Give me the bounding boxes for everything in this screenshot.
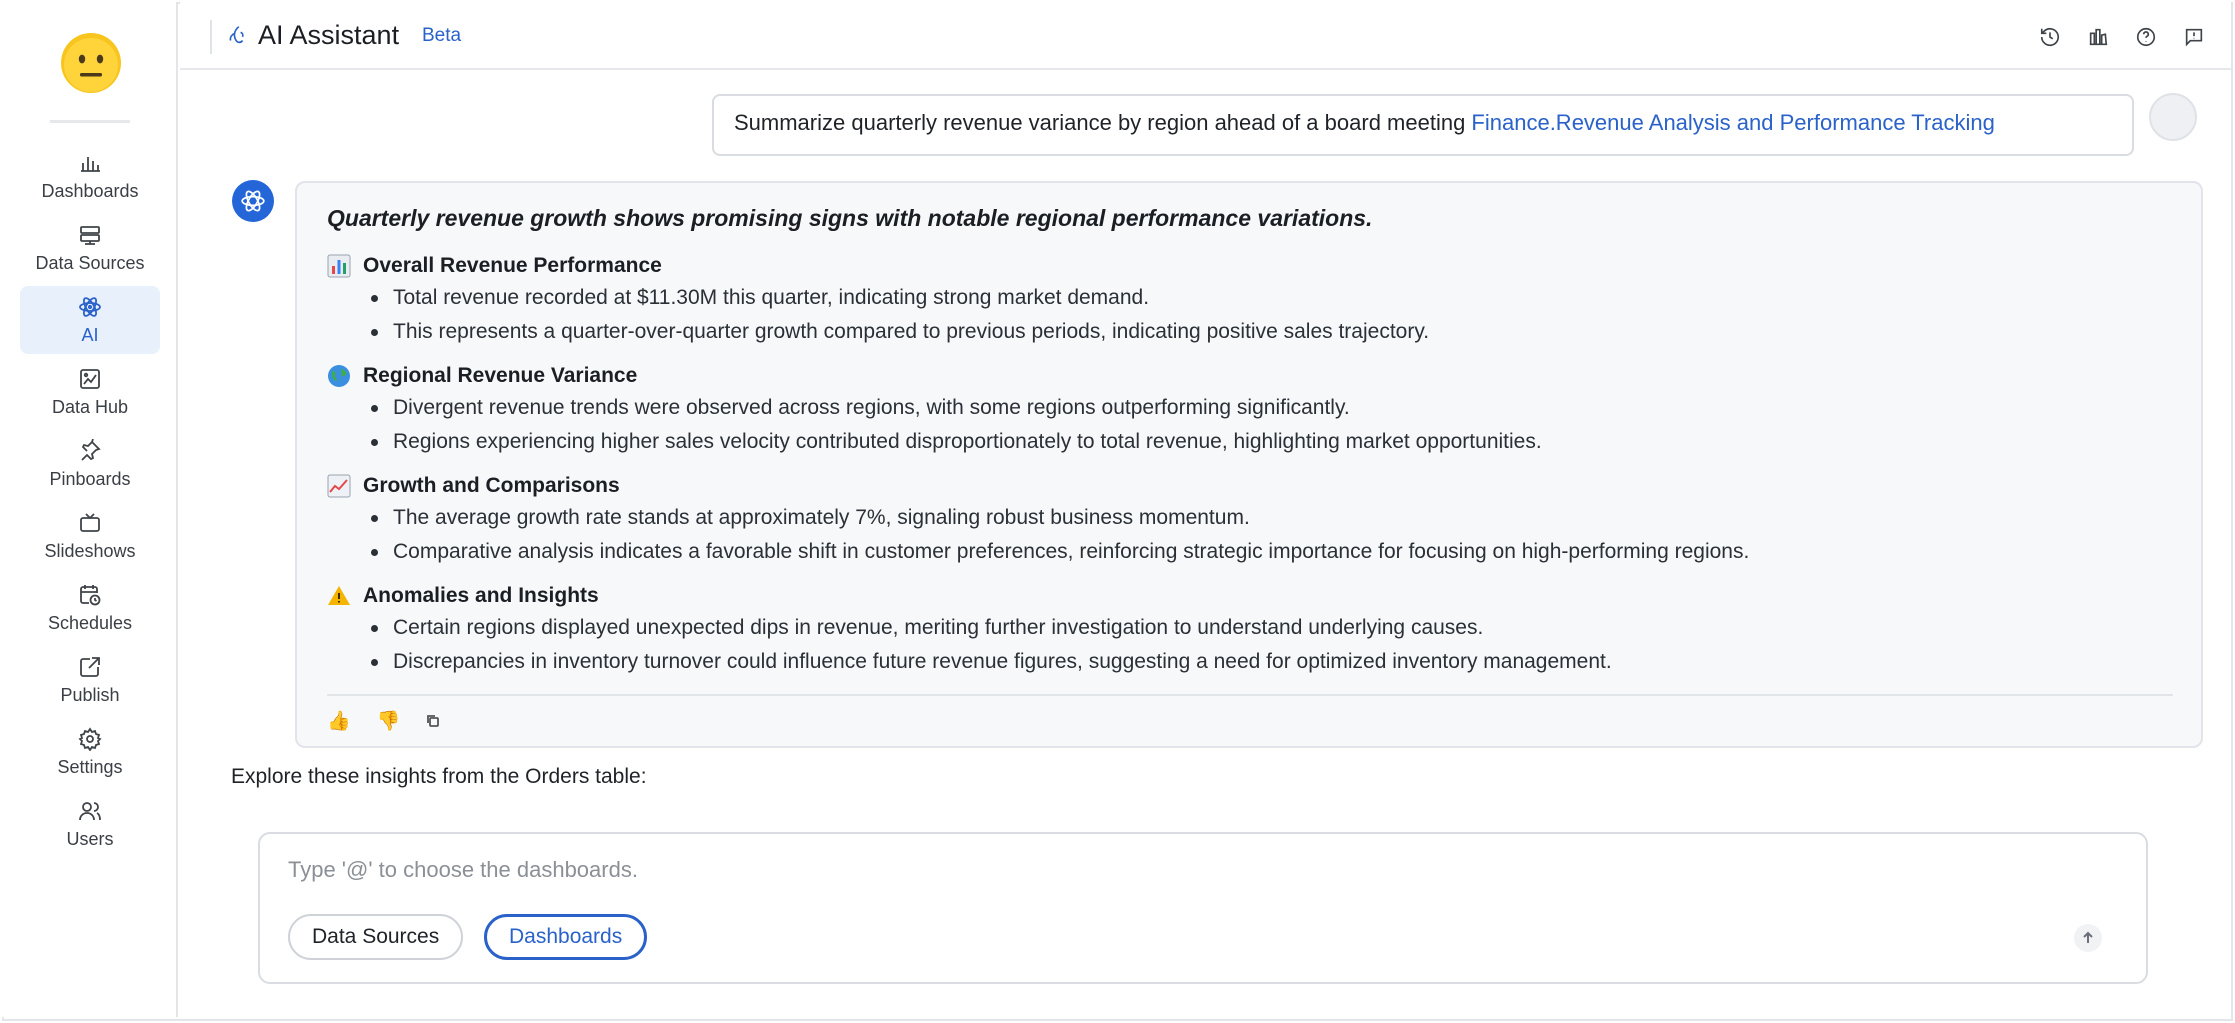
response-actions: 👍 👎 xyxy=(327,709,440,733)
sidebar-item-data-sources[interactable]: Data Sources xyxy=(20,214,160,282)
ai-avatar xyxy=(232,180,274,222)
explore-insights-text: Explore these insights from the Orders t… xyxy=(231,765,647,788)
chat-composer: Data Sources Dashboards xyxy=(258,832,2148,984)
list-item: Total revenue recorded at $11.30M this q… xyxy=(367,281,1429,315)
list-item: Regions experiencing higher sales veloci… xyxy=(367,425,1542,459)
list-item: This represents a quarter-over-quarter g… xyxy=(367,315,1429,349)
dashboards-chip[interactable]: Dashboards xyxy=(484,914,648,960)
sidebar-divider xyxy=(50,120,130,123)
sidebar-item-label: AI xyxy=(81,324,99,345)
sidebar-item-settings[interactable]: Settings xyxy=(20,718,160,786)
sidebar-item-pinboards[interactable]: Pinboards xyxy=(20,430,160,498)
beta-badge: Beta xyxy=(422,25,462,46)
copy-icon[interactable] xyxy=(426,714,440,728)
tv-icon xyxy=(80,512,100,532)
sidebar-item-label: Dashboards xyxy=(41,180,139,201)
database-icon xyxy=(80,225,100,245)
calendar-clock-icon xyxy=(80,584,101,605)
users-icon xyxy=(79,801,101,820)
sidebar-item-slideshows[interactable]: Slideshows xyxy=(20,502,160,570)
section-title: Overall Revenue Performance xyxy=(363,254,662,277)
sidebar-item-label: Users xyxy=(66,828,114,849)
help-icon[interactable] xyxy=(2135,26,2157,48)
pin-icon xyxy=(81,438,101,461)
sidebar-nav: Dashboards Data Sources AI Data Hub Pinb… xyxy=(20,142,160,862)
ai-response-card: Quarterly revenue growth shows promising… xyxy=(295,181,2203,748)
sidebar-item-users[interactable]: Users xyxy=(20,790,160,858)
chat-input[interactable] xyxy=(288,852,1988,888)
user-message: Summarize quarterly revenue variance by … xyxy=(712,94,2134,156)
atom-icon xyxy=(241,190,265,212)
insight-section: Anomalies and Insights Certain regions d… xyxy=(327,581,1612,679)
arrow-up-icon xyxy=(2083,931,2093,943)
trending-up-emoji-icon xyxy=(327,474,351,498)
library-icon[interactable] xyxy=(2087,26,2109,48)
section-title: Anomalies and Insights xyxy=(363,584,599,607)
send-button[interactable] xyxy=(2074,924,2102,952)
list-item: Discrepancies in inventory turnover coul… xyxy=(367,645,1612,679)
list-item: Certain regions displayed unexpected dip… xyxy=(367,611,1612,645)
sidebar-item-ai[interactable]: AI xyxy=(20,286,160,354)
bar-chart-emoji-icon xyxy=(327,254,351,278)
header-toolbar xyxy=(2039,26,2205,48)
list-item: Divergent revenue trends were observed a… xyxy=(367,391,1542,425)
warning-emoji-icon xyxy=(328,586,350,605)
response-divider xyxy=(327,694,2173,696)
atom-icon xyxy=(79,296,101,317)
sidebar-item-label: Settings xyxy=(57,756,123,777)
header: AI Assistant Beta xyxy=(180,2,2231,70)
user-avatar xyxy=(2149,93,2197,141)
sidebar-item-data-hub[interactable]: Data Hub xyxy=(20,358,160,426)
history-icon[interactable] xyxy=(2039,26,2061,48)
section-title: Growth and Comparisons xyxy=(363,474,620,497)
sidebar-item-label: Slideshows xyxy=(44,540,136,561)
share-icon xyxy=(80,656,100,677)
insight-section: Growth and Comparisons The average growt… xyxy=(327,471,1749,569)
globe-emoji-icon xyxy=(328,365,350,387)
dashboard-reference-link[interactable]: Finance.Revenue Analysis and Performance… xyxy=(1471,110,1994,135)
page-title: AI Assistant xyxy=(258,20,400,50)
list-item: Comparative analysis indicates a favorab… xyxy=(367,535,1749,569)
sidebar-item-label: Data Sources xyxy=(35,252,145,273)
sidebar-item-label: Publish xyxy=(60,684,120,705)
thumbs-up-icon[interactable]: 👍 xyxy=(327,709,351,733)
thumbs-down-icon[interactable]: 👎 xyxy=(377,709,401,733)
list-item: The average growth rate stands at approx… xyxy=(367,501,1749,535)
sidebar-item-schedules[interactable]: Schedules xyxy=(20,574,160,642)
sidebar-item-publish[interactable]: Publish xyxy=(20,646,160,714)
sidebar-item-label: Data Hub xyxy=(51,396,129,417)
sidebar-item-dashboards[interactable]: Dashboards xyxy=(20,142,160,210)
neutral-face-logo-icon[interactable] xyxy=(60,32,122,94)
bar-chart-icon xyxy=(81,156,100,172)
insight-section: Regional Revenue Variance Divergent reve… xyxy=(327,361,1542,459)
insight-section: Overall Revenue Performance Total revenu… xyxy=(327,251,1429,349)
sidebar: Dashboards Data Sources AI Data Hub Pinb… xyxy=(2,2,178,1017)
gear-icon xyxy=(78,726,102,751)
ai-response-headline: Quarterly revenue growth shows promising… xyxy=(327,205,1373,231)
data-sources-chip[interactable]: Data Sources xyxy=(288,914,464,960)
header-divider xyxy=(210,20,212,54)
user-message-text: Summarize quarterly revenue variance by … xyxy=(734,110,1472,135)
section-title: Regional Revenue Variance xyxy=(363,364,638,387)
sidebar-item-label: Schedules xyxy=(47,612,133,633)
sidebar-item-label: Pinboards xyxy=(49,468,131,489)
image-chart-icon xyxy=(80,368,100,389)
ai-assistant-icon xyxy=(229,26,244,44)
feedback-icon[interactable] xyxy=(2183,26,2205,48)
